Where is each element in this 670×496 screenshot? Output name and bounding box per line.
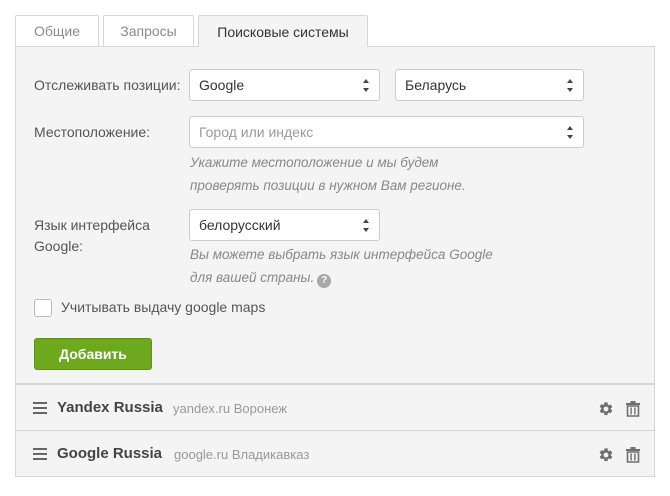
engine-details: yandex.ru Воронеж [173,401,288,416]
language-hint-line-1: Вы можете выбрать язык интерфейса Google [190,247,493,262]
tab-general[interactable]: Общие [15,15,99,46]
select-arrows-icon [567,126,574,139]
engine-row: Google Russia google.ru Владикавказ [15,430,655,477]
location-hint: Укажите местоположение и мы будем провер… [190,151,466,197]
language-label-line-1: Язык интерфейса [34,217,150,233]
select-arrows-icon [567,79,574,92]
language-hint-line-2-text: для вашей страны. [190,270,315,285]
tab-bar: Общие Запросы Поисковые системы [15,15,372,47]
language-label: Язык интерфейса Google: [34,215,150,257]
gear-icon[interactable] [598,447,614,463]
tab-queries[interactable]: Запросы [103,15,194,46]
location-input[interactable]: Город или индекс [189,116,584,148]
search-engine-form: Отслеживать позиции: Google Беларусь Мес… [15,46,655,384]
language-select-value: белорусский [199,217,281,233]
select-arrows-icon [363,79,370,92]
location-hint-line-2: проверять позиции в нужном Вам регионе. [190,178,466,193]
google-maps-checkbox[interactable] [34,299,52,317]
add-button[interactable]: Добавить [34,338,152,370]
engine-select-value: Google [199,77,245,93]
engine-name: Google Russia [57,445,163,462]
drag-handle-icon[interactable] [33,448,47,460]
gear-icon[interactable] [598,401,614,417]
trash-icon[interactable] [626,401,640,417]
trash-icon[interactable] [626,447,640,463]
engine-select[interactable]: Google [189,69,380,101]
location-placeholder: Город или индекс [199,124,314,140]
country-select-value: Беларусь [405,77,467,93]
language-select[interactable]: белорусский [189,209,380,241]
tab-search-engines[interactable]: Поисковые системы [198,15,368,47]
select-arrows-icon [363,219,370,232]
language-hint-line-2: для вашей страны.? [190,266,493,289]
location-hint-line-1: Укажите местоположение и мы будем [190,155,439,170]
engine-details: google.ru Владикавказ [174,447,310,462]
engine-name: Yandex Russia [57,399,163,416]
engine-row: Yandex Russia yandex.ru Воронеж [15,384,655,431]
drag-handle-icon[interactable] [33,402,47,414]
location-label: Местоположение: [34,124,151,140]
track-positions-label: Отслеживать позиции: [34,77,181,93]
google-maps-checkbox-label[interactable]: Учитывать выдачу google maps [61,297,265,318]
help-icon[interactable]: ? [317,274,332,288]
country-select[interactable]: Беларусь [395,69,584,101]
language-hint: Вы можете выбрать язык интерфейса Google… [190,243,493,289]
language-label-line-2: Google: [34,238,84,254]
